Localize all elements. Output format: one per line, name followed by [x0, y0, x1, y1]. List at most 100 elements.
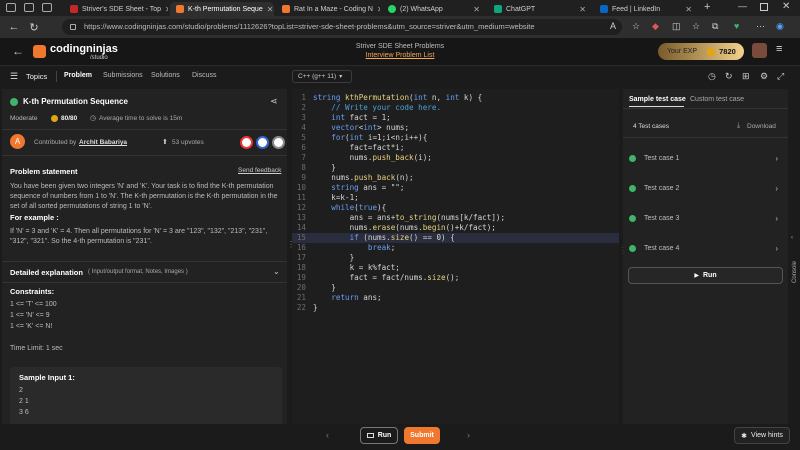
upvote-icon[interactable]: ⬆: [162, 138, 168, 146]
fullscreen-icon[interactable]: ⤢: [777, 71, 784, 82]
tab-kth-permutation[interactable]: K-th Permutation Seque ✕: [170, 2, 274, 16]
close-tab-icon[interactable]: ✕: [579, 5, 586, 14]
code-line[interactable]: 6 fact=fact*i;: [292, 143, 619, 153]
layout-icon[interactable]: ⊞: [742, 71, 750, 82]
constraints-heading: Constraints:: [10, 287, 55, 296]
next-problem-icon[interactable]: ›: [467, 430, 470, 440]
tab-overview-icon[interactable]: [24, 3, 34, 12]
code-line[interactable]: 13 ans = ans+to_string(nums[k/fact]);: [292, 213, 619, 223]
tab-custom-test-case[interactable]: Custom test case: [690, 96, 744, 103]
back-icon[interactable]: ←: [4, 21, 24, 33]
code-editor[interactable]: 1 string kthPermutation(int n, int k) {2 …: [292, 89, 619, 424]
split-screen-icon[interactable]: ◫: [672, 21, 681, 32]
topics-icon[interactable]: ☰: [10, 71, 18, 82]
code-line[interactable]: 19 fact = fact/nums.size();: [292, 273, 619, 283]
run-testcases-button[interactable]: ▶ Run: [628, 267, 783, 284]
code-line[interactable]: 22}: [292, 303, 619, 313]
refresh-icon[interactable]: ↻: [24, 21, 44, 34]
exp-badge[interactable]: Your EXP 7820: [658, 43, 744, 60]
settings-icon[interactable]: ⚙: [760, 71, 768, 82]
maximize-icon[interactable]: [760, 3, 768, 11]
test-case-4[interactable]: Test case 4 ›: [629, 239, 784, 257]
chevron-down-icon: ▾: [339, 74, 343, 80]
submit-button[interactable]: Submit: [404, 427, 440, 444]
tab-label: (2) WhatsApp: [400, 5, 443, 13]
panel-resize-handle[interactable]: ⋮: [619, 246, 627, 258]
console-collapse-icon[interactable]: ‹: [791, 235, 793, 241]
tab-problem[interactable]: Problem: [64, 72, 92, 79]
test-case-1[interactable]: Test case 1 ›: [629, 149, 784, 167]
tab-solutions[interactable]: Solutions: [151, 72, 180, 79]
detailed-explanation-toggle[interactable]: Detailed explanation ( Input/output form…: [2, 262, 287, 282]
close-window-icon[interactable]: ✕: [782, 1, 790, 12]
code-line[interactable]: 3 int fact = 1;: [292, 113, 619, 123]
previous-problem-icon[interactable]: ‹: [326, 430, 329, 440]
code-line[interactable]: 5 for(int i=1;i<n;i++){: [292, 133, 619, 143]
browser-menu-icon[interactable]: [6, 3, 16, 12]
download-button[interactable]: Download: [747, 123, 776, 130]
code-line[interactable]: 16 break;: [292, 243, 619, 253]
code-line[interactable]: 14 nums.erase(nums.begin()+k/fact);: [292, 223, 619, 233]
tab-sample-test-case[interactable]: Sample test case: [629, 96, 686, 103]
panel-resize-handle[interactable]: ⋮: [287, 240, 295, 252]
code-line[interactable]: 21 return ans;: [292, 293, 619, 303]
tab-submissions[interactable]: Submissions: [103, 72, 143, 79]
favorite-icon[interactable]: ☆: [632, 21, 640, 32]
favorites-bar-icon[interactable]: ☆: [692, 21, 700, 32]
tab-discuss[interactable]: Discuss: [192, 72, 217, 79]
code-line[interactable]: 9 nums.push_back(n);: [292, 173, 619, 183]
tab-linkedin[interactable]: Feed | LinkedIn ✕: [594, 2, 698, 16]
code-line[interactable]: 11 k=k-1;: [292, 193, 619, 203]
read-aloud-icon[interactable]: A: [610, 21, 616, 31]
url-field[interactable]: https://www.codingninjas.com/studio/prob…: [62, 19, 622, 35]
codingninjas-favicon: [176, 5, 184, 13]
close-tab-icon[interactable]: ✕: [377, 5, 380, 14]
test-case-2[interactable]: Test case 2 ›: [629, 179, 784, 197]
contributor-link[interactable]: Archit Babariya: [79, 139, 127, 146]
timer-icon[interactable]: ◷: [708, 71, 716, 82]
active-tab-underline: [629, 106, 684, 107]
tab-strivers-sheet[interactable]: Striver's SDE Sheet - Top ✕: [64, 2, 168, 16]
settings-more-icon[interactable]: ⋯: [756, 21, 765, 32]
code-line[interactable]: 17 }: [292, 253, 619, 263]
code-line[interactable]: 12 while(true){: [292, 203, 619, 213]
code-line[interactable]: 18 k = k%fact;: [292, 263, 619, 273]
minimize-icon[interactable]: —: [738, 1, 747, 11]
run-button[interactable]: Run: [360, 427, 398, 444]
browser-essentials-icon[interactable]: ♥: [734, 21, 739, 31]
tab-rat-in-maze[interactable]: Rat In a Maze - Coding N ✕: [276, 2, 380, 16]
send-feedback-link[interactable]: Send feedback: [238, 167, 281, 174]
code-line[interactable]: 1 string kthPermutation(int n, int k) {: [292, 93, 619, 103]
tab-list-icon[interactable]: [42, 3, 52, 12]
close-tab-icon[interactable]: ✕: [267, 5, 274, 14]
download-icon[interactable]: ⤓: [737, 122, 740, 130]
code-line[interactable]: 20 }: [292, 283, 619, 293]
console-label[interactable]: Console: [792, 261, 798, 283]
user-avatar[interactable]: [752, 43, 767, 58]
code-line[interactable]: 15 if (nums.size() == 0) {: [292, 233, 619, 243]
language-select[interactable]: C++ (g++ 11) ▾: [292, 70, 352, 83]
code-area[interactable]: 1 string kthPermutation(int n, int k) {2 …: [292, 89, 619, 424]
extension-icon[interactable]: ◆: [652, 21, 659, 32]
console-sidebar[interactable]: ‹ Console: [790, 89, 800, 424]
new-tab-icon[interactable]: +: [704, 1, 710, 13]
tab-chatgpt[interactable]: ChatGPT ✕: [488, 2, 592, 16]
code-line[interactable]: 7 nums.push_back(i);: [292, 153, 619, 163]
test-case-3[interactable]: Test case 3 ›: [629, 209, 784, 227]
close-tab-icon[interactable]: ✕: [473, 5, 480, 14]
topics-button[interactable]: Topics: [26, 72, 47, 81]
tab-whatsapp[interactable]: (2) WhatsApp ✕: [382, 2, 486, 16]
collections-icon[interactable]: ⧉: [712, 21, 718, 32]
reset-icon[interactable]: ↻: [725, 71, 733, 82]
copilot-icon[interactable]: ◉: [776, 21, 784, 32]
code-line[interactable]: 4 vector<int> nums;: [292, 123, 619, 133]
code-line[interactable]: 8 }: [292, 163, 619, 173]
close-tab-icon[interactable]: ✕: [165, 5, 168, 14]
menu-icon[interactable]: ≡: [776, 43, 782, 55]
share-icon[interactable]: ⋖: [270, 96, 278, 107]
code-text: nums.push_back(n);: [313, 173, 414, 182]
view-hints-button[interactable]: ✱ View hints: [734, 427, 790, 444]
code-line[interactable]: 10 string ans = "";: [292, 183, 619, 193]
close-tab-icon[interactable]: ✕: [685, 5, 692, 14]
code-line[interactable]: 2 // Write your code here.: [292, 103, 619, 113]
